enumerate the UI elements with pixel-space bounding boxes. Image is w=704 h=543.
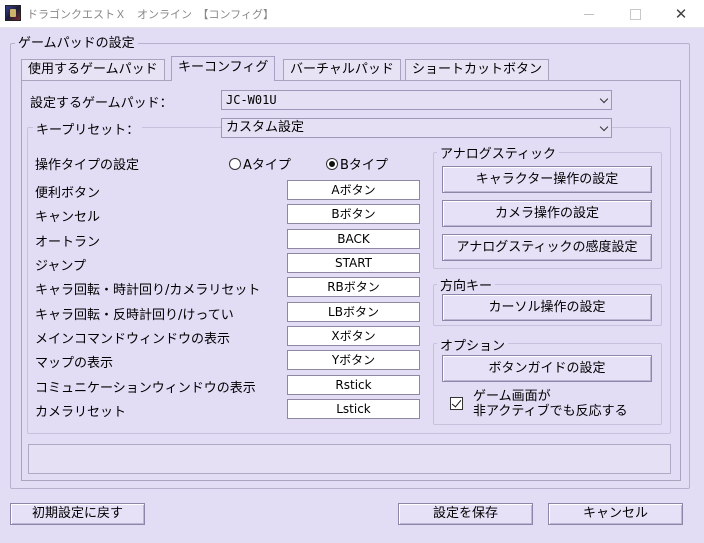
key-field-map[interactable]: Yボタン (287, 350, 420, 370)
key-field-rotate-cw[interactable]: RBボタン (287, 277, 420, 297)
radio-type-b[interactable]: Bタイプ (326, 154, 388, 173)
camera-control-button[interactable]: カメラ操作の設定 (442, 200, 652, 227)
radio-a-label: Aタイプ (243, 158, 291, 173)
inactive-response-checkbox[interactable] (450, 397, 463, 410)
inactive-response-label: ゲーム画面が 非アクティブでも反応する (473, 389, 628, 419)
key-field-main-command[interactable]: Xボタン (287, 326, 420, 346)
key-field-convenient[interactable]: Aボタン (287, 180, 420, 200)
radio-a-indicator (229, 157, 241, 170)
key-field-jump[interactable]: START (287, 253, 420, 273)
chevron-down-icon (599, 122, 609, 132)
key-field-communication[interactable]: Rstick (287, 375, 420, 395)
radio-b-label: Bタイプ (340, 158, 388, 173)
key-label-main-command: メインコマンドウィンドウの表示 (35, 332, 231, 347)
key-field-camera-reset[interactable]: Lstick (287, 399, 420, 419)
cancel-button[interactable]: キャンセル (548, 503, 683, 525)
pad-select-label: 設定するゲームパッド： (30, 96, 173, 111)
gamepad-select[interactable]: JC-W01U (221, 90, 612, 110)
button-guide-button[interactable]: ボタンガイドの設定 (442, 355, 652, 382)
preset-select[interactable]: カスタム設定 (221, 118, 612, 138)
character-control-button[interactable]: キャラクター操作の設定 (442, 166, 652, 193)
key-field-rotate-ccw[interactable]: LBボタン (287, 302, 420, 322)
sensitivity-button[interactable]: アナログスティックの感度設定 (442, 234, 652, 261)
key-label-rotate-ccw: キャラ回転・反時計回り/けってい (35, 308, 234, 323)
key-label-rotate-cw: キャラ回転・時計回り/カメラリセット (35, 283, 261, 298)
chevron-down-icon (599, 94, 609, 104)
preset-label: キープリセット： (33, 119, 143, 138)
key-label-jump: ジャンプ (35, 259, 86, 274)
key-field-autorun[interactable]: BACK (287, 229, 420, 249)
gamepad-select-value: JC-W01U (226, 93, 277, 107)
key-label-cancel: キャンセル (35, 210, 101, 225)
preset-select-value: カスタム設定 (226, 120, 305, 135)
direction-title: 方向キー (437, 275, 496, 294)
radio-b-indicator (326, 157, 338, 170)
reset-defaults-button[interactable]: 初期設定に戻す (10, 503, 145, 525)
key-label-map: マップの表示 (35, 356, 114, 371)
analog-title: アナログスティック (437, 143, 559, 162)
cursor-control-button[interactable]: カーソル操作の設定 (442, 294, 652, 321)
key-field-cancel[interactable]: Bボタン (287, 204, 420, 224)
operation-type-label: 操作タイプの設定 (35, 158, 140, 173)
save-settings-button[interactable]: 設定を保存 (398, 503, 533, 525)
radio-type-a[interactable]: Aタイプ (229, 154, 291, 173)
options-title: オプション (437, 335, 509, 354)
key-label-camera-reset: カメラリセット (35, 405, 127, 420)
checkbox-label-line1: ゲーム画面が (473, 389, 551, 404)
key-label-convenient: 便利ボタン (35, 186, 101, 201)
checkbox-label-line2: 非アクティブでも反応する (473, 404, 628, 419)
key-label-communication: コミュニケーションウィンドウの表示 (35, 381, 256, 396)
key-label-autorun: オートラン (35, 235, 101, 250)
